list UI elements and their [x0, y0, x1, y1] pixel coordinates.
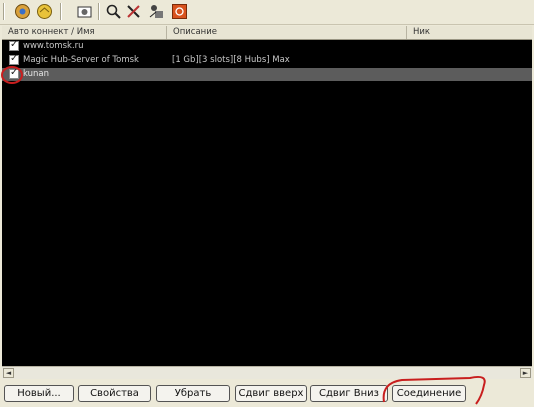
toolbar — [0, 0, 534, 25]
hub-name: kunan — [23, 69, 50, 79]
hub-list: ✓ www.tomsk.ru ✓ Magic Hub-Server of Tom… — [2, 39, 532, 366]
toolbar-separator — [60, 3, 62, 20]
checkmark-icon: ✓ — [10, 53, 19, 64]
connect-button[interactable]: Соединение — [392, 385, 466, 402]
column-name[interactable]: Авто коннект / Имя — [2, 26, 167, 39]
hub-description: [1 Gb][3 slots][8 Hubs] Max — [172, 55, 290, 65]
toolbar-separator — [3, 3, 5, 20]
column-nick[interactable]: Ник — [407, 26, 532, 39]
column-description[interactable]: Описание — [167, 26, 407, 39]
column-header: Авто коннект / Имя Описание Ник — [2, 26, 532, 40]
checkmark-icon: ✓ — [10, 39, 19, 50]
favorites-icon[interactable] — [35, 2, 54, 21]
connect-icon[interactable] — [13, 2, 32, 21]
hub-name: www.tomsk.ru — [23, 41, 84, 51]
tools-icon[interactable] — [124, 2, 143, 21]
autoconnect-checkbox[interactable]: ✓ — [9, 39, 19, 51]
toolbar-separator — [98, 3, 100, 20]
list-item[interactable]: ✓ www.tomsk.ru — [2, 39, 532, 53]
remove-button[interactable]: Убрать — [156, 385, 230, 402]
horizontal-scrollbar[interactable]: ◄ ► — [2, 366, 532, 379]
scroll-right-icon[interactable]: ► — [520, 368, 531, 378]
autoconnect-checkbox[interactable]: ✓ — [9, 67, 19, 79]
list-item-selected[interactable]: ✓ kunan — [2, 67, 532, 81]
move-down-button[interactable]: Сдвиг Вниз — [310, 385, 388, 402]
new-button[interactable]: Новый... — [4, 385, 74, 402]
autoconnect-checkbox[interactable]: ✓ — [9, 53, 19, 65]
move-up-button[interactable]: Сдвиг вверх — [235, 385, 307, 402]
properties-button[interactable]: Свойства — [78, 385, 151, 402]
checkmark-icon: ✓ — [10, 67, 19, 78]
stop-icon[interactable] — [170, 2, 189, 21]
hub-name: Magic Hub-Server of Tomsk — [23, 55, 139, 65]
search-icon[interactable] — [104, 2, 123, 21]
settings-icon[interactable] — [75, 2, 94, 21]
network-icon[interactable] — [147, 2, 166, 21]
scroll-left-icon[interactable]: ◄ — [3, 368, 14, 378]
list-item[interactable]: ✓ Magic Hub-Server of Tomsk [1 Gb][3 slo… — [2, 53, 532, 67]
